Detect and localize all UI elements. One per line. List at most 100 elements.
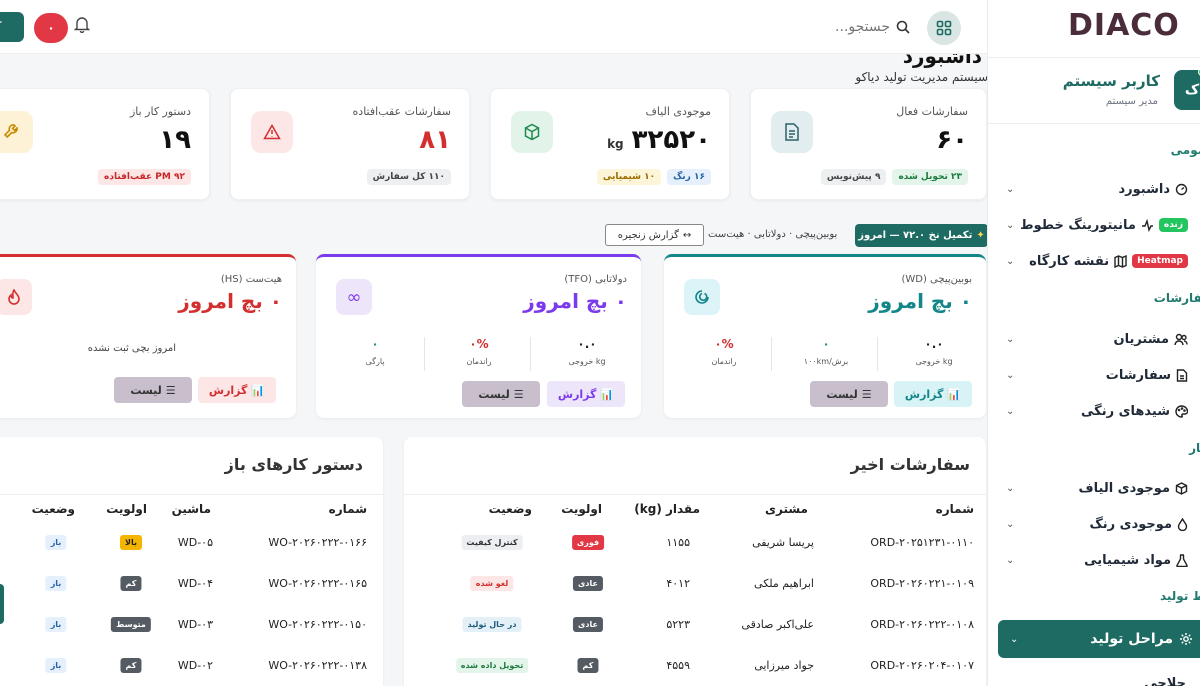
apps-grid-button[interactable]	[927, 11, 961, 45]
notification-count-badge[interactable]: ۰	[34, 13, 68, 43]
notifications-button[interactable]	[74, 16, 90, 33]
table-row[interactable]: ORD-۲۰۲۵۱۲۳۱-۰۱۱۰ پریسا شریفی ۱۱۵۵ فوری کنتر…	[404, 524, 986, 565]
machine-list-button[interactable]: ☰ لیست	[114, 377, 192, 403]
status-badge: باز	[45, 576, 67, 591]
sidebar-item-dashboard[interactable]: داشبورد ⌄	[988, 174, 1200, 204]
sidebar-item-label: شیدهای رنگی	[1080, 403, 1170, 419]
machine-report-button[interactable]: 📊 گزارش	[894, 381, 972, 407]
machine-list-button[interactable]: ☰ لیست	[810, 381, 888, 407]
cog-icon	[1180, 633, 1192, 645]
metric-value: ۰%	[714, 337, 734, 351]
machine-code: WD-۰۲	[177, 659, 213, 672]
sidebar-item-fiber-stock[interactable]: موجودی الیاف ⌄	[988, 473, 1200, 503]
floating-tab[interactable]	[0, 584, 4, 624]
chevron-down-icon: ⌄	[1006, 405, 1015, 417]
metric-label: راندمان	[711, 357, 737, 366]
sidebar-item-orders[interactable]: سفارشات ⌄	[988, 360, 1200, 390]
yarn-completion-pill[interactable]: ✦ تکمیل نخ ۷۲.۰ — امروز	[855, 224, 988, 247]
stat-card-active-orders[interactable]: سفارشات فعال ۶۰ ۲۳ تحویل شده ۹ پیش‌نویس	[750, 88, 987, 200]
order-qty: ۴۵۵۹	[666, 659, 690, 672]
sidebar-item-carding[interactable]: حلاجی	[988, 668, 1200, 686]
machine-card-winding: بوبین‌پیچی (WD) ۰ بچ امروز ۰.۰ kg خروجی …	[664, 254, 986, 418]
table-row[interactable]: WO-۲۰۲۶۰۲۲۲-۰۱۵۰ WD-۰۳ متوسط باز	[0, 606, 383, 647]
metric-value: ۰.۰	[924, 337, 944, 351]
chevron-down-icon: ⌄	[1006, 518, 1015, 530]
machine-report-button[interactable]: 📊 گزارش	[547, 381, 625, 407]
section-label-warehouse: انبار	[1189, 441, 1200, 455]
priority-badge: کم	[120, 576, 142, 591]
sidebar-item-line-monitoring[interactable]: زنده مانیتورینگ خطوط ⌄	[988, 210, 1200, 240]
chain-report-button[interactable]: ↔ گزارش زنجیره	[605, 224, 704, 246]
workorder-id: WO-۲۰۲۶۰۲۲۲-۰۱۶۶	[268, 536, 367, 549]
priority-badge: کم	[120, 658, 142, 673]
gauge-icon	[1175, 183, 1188, 195]
sidebar-item-dye-stock[interactable]: موجودی رنگ ⌄	[988, 509, 1200, 539]
table-row[interactable]: ORD-۲۰۲۶۰۲۰۴-۰۱۰۷ جواد میرزایی ۴۵۵۹ کم تحویل…	[404, 647, 986, 686]
table-row[interactable]: ORD-۲۰۲۶۰۲۲۱-۰۱۰۹ ابراهیم ملکی ۴۰۱۲ عادی لغو…	[404, 565, 986, 606]
sidebar-item-production-stages[interactable]: مراحل تولید ⌄	[998, 620, 1200, 658]
stat-value: ۱۹	[159, 125, 191, 155]
search-input[interactable]	[790, 19, 890, 35]
file-icon	[1176, 368, 1188, 382]
sidebar-item-label: نقشه کارگاه	[1029, 253, 1110, 269]
open-workorders-card: دستور کارهای باز شماره ماشین اولویت وضعی…	[0, 437, 383, 686]
cube-icon	[511, 111, 553, 153]
chart-icon: 📊	[600, 387, 615, 401]
customer-name: جواد میرزایی	[754, 659, 814, 672]
list-icon: ☰	[513, 387, 524, 401]
priority-badge: متوسط	[111, 617, 151, 632]
machine-batch-count: ۰ بچ امروز	[178, 289, 282, 313]
sidebar-item-customers[interactable]: مشتریان ⌄	[988, 324, 1200, 354]
stat-card-open-workorders[interactable]: دستور کار باز ۱۹ ۹۲ PM عقب‌افتاده	[0, 88, 210, 200]
sidebar-item-label: موجودی رنگ	[1089, 516, 1172, 532]
stat-value: ۸۱	[419, 125, 451, 155]
column-header: وضعیت	[488, 502, 532, 516]
priority-badge: کم	[577, 658, 599, 673]
priority-badge: عادی	[573, 576, 603, 591]
column-header: ماشین	[171, 502, 211, 516]
stat-card-overdue-orders[interactable]: سفارشات عقب‌افتاده ۸۱ ۱۱۰ کل سفارش	[230, 88, 470, 200]
users-icon	[1174, 333, 1188, 345]
diaco-logo[interactable]: DIACO	[1068, 8, 1180, 43]
metric-value: ۰.۰	[577, 337, 597, 351]
metric-label: kg خروجی	[915, 357, 953, 366]
sidebar-item-chemicals[interactable]: مواد شیمیایی ⌄	[988, 545, 1200, 575]
table-row[interactable]: ORD-۲۰۲۶۰۲۲۲-۰۱۰۸ علی‌اکبر صادقی ۵۲۲۳ عادی د…	[404, 606, 986, 647]
sidebar-item-color-shades[interactable]: شیدهای رنگی ⌄	[988, 396, 1200, 426]
workorder-id: WO-۲۰۲۶۰۲۲۲-۰۱۵۰	[268, 618, 367, 631]
cube-icon	[1175, 481, 1188, 495]
metric-divider	[877, 337, 878, 371]
order-qty: ۱۱۵۵	[666, 536, 690, 549]
avatar[interactable]: ک	[1174, 68, 1200, 110]
column-header: شماره	[328, 502, 367, 516]
divider	[988, 123, 1200, 124]
stat-label: موجودی الیاف	[645, 105, 711, 118]
sparkle-icon: ✦	[976, 230, 985, 241]
chevron-down-icon: ⌄	[1006, 183, 1015, 195]
stat-value: ۶۰	[936, 125, 968, 155]
table-row[interactable]: WO-۲۰۲۶۰۲۲۲-۰۱۶۶ WD-۰۵ بالا باز	[0, 524, 383, 565]
sidebar-item-label: موجودی الیاف	[1078, 480, 1170, 496]
machine-list-button[interactable]: ☰ لیست	[462, 381, 540, 407]
user-menu-button[interactable]: ک	[0, 12, 24, 42]
metric-divider	[530, 337, 531, 371]
priority-badge: بالا	[120, 535, 142, 550]
status-badge: در حال تولید	[462, 617, 522, 632]
process-chain-text: بوبین‌پیچی · دولاتابی · هیت‌ست	[708, 229, 838, 240]
sidebar-item-label: مشتریان	[1113, 331, 1169, 347]
table-row[interactable]: WO-۲۰۲۶۰۲۲۲-۰۱۶۵ WD-۰۴ کم باز	[0, 565, 383, 606]
list-icon: ☰	[861, 387, 872, 401]
order-id: ORD-۲۰۲۶۰۲۲۱-۰۱۰۹	[870, 577, 974, 590]
machine-report-button[interactable]: 📊 گزارش	[198, 377, 276, 403]
column-header: شماره	[935, 502, 974, 516]
sidebar-item-workshop-map[interactable]: Heatmap نقشه کارگاه ⌄	[988, 246, 1200, 276]
stat-chip: ۱۶ رنگ	[667, 169, 711, 185]
stat-chip: ۲۳ تحویل شده	[892, 169, 968, 185]
list-label: لیست	[478, 387, 510, 401]
table-row[interactable]: WO-۲۰۲۶۰۲۲۲-۰۱۳۸ WD-۰۲ کم باز	[0, 647, 383, 686]
metric-output: ۰.۰ kg خروجی	[537, 337, 637, 366]
customer-name: علی‌اکبر صادقی	[741, 618, 814, 631]
sidebar-item-label: سفارشات	[1105, 367, 1171, 383]
stat-card-fiber-stock[interactable]: موجودی الیاف ۳۲۵۲۰ kg ۱۶ رنگ ۱۰ شیمیایی	[490, 88, 730, 200]
heatmap-badge: Heatmap	[1132, 254, 1188, 268]
